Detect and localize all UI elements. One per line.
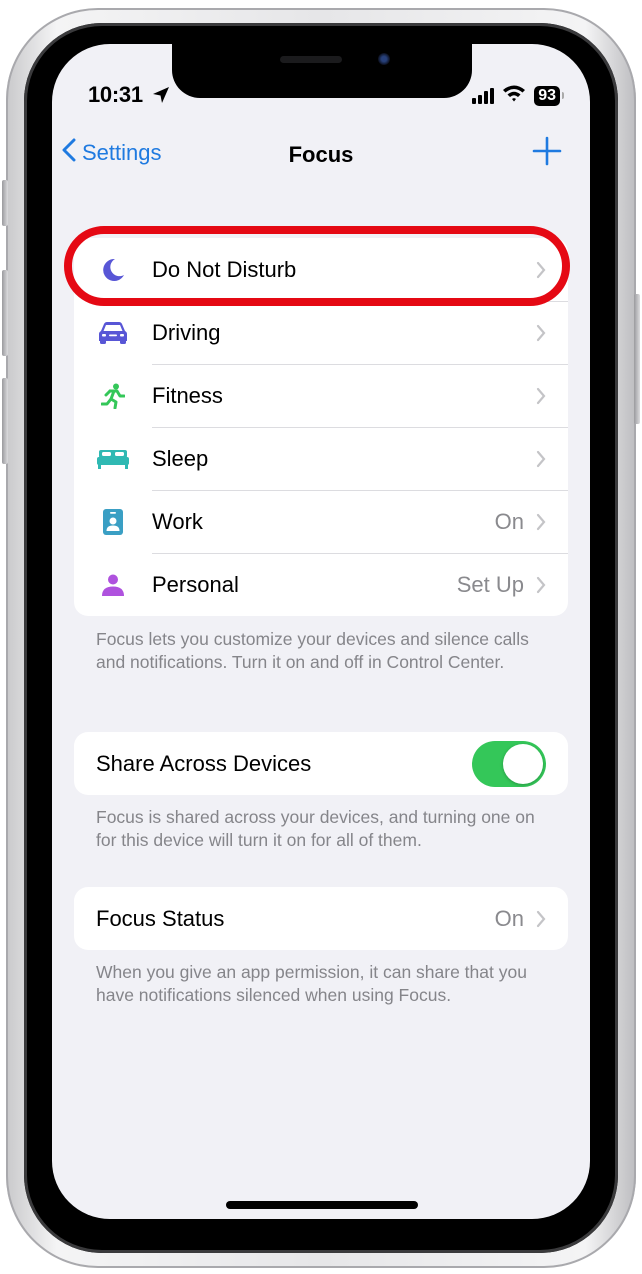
front-camera xyxy=(378,53,390,65)
running-figure-icon xyxy=(74,383,152,409)
wifi-icon xyxy=(502,84,526,107)
focus-status-footnote: When you give an app permission, it can … xyxy=(96,962,527,1005)
focus-item-value: Set Up xyxy=(456,571,524,597)
id-badge-icon xyxy=(74,508,152,535)
bed-icon xyxy=(74,449,152,469)
focus-item-label: Sleep xyxy=(152,445,209,471)
share-across-devices-toggle[interactable] xyxy=(472,741,546,787)
volume-down-button xyxy=(2,378,8,464)
focus-item-do-not-disturb[interactable]: Do Not Disturb xyxy=(74,238,568,301)
chevron-right-icon xyxy=(536,910,546,928)
moon-icon xyxy=(74,257,152,283)
focus-item-driving[interactable]: Driving xyxy=(74,301,568,364)
add-focus-button[interactable] xyxy=(532,136,562,171)
focus-item-work[interactable]: Work On xyxy=(74,490,568,553)
toggle-knob xyxy=(503,744,543,784)
focus-item-label: Work xyxy=(152,508,203,534)
location-arrow-icon xyxy=(152,86,170,109)
focus-item-sleep[interactable]: Sleep xyxy=(74,427,568,490)
focus-item-label: Personal xyxy=(152,571,239,597)
focus-status-label: Focus Status xyxy=(96,905,225,931)
focus-item-personal[interactable]: Personal Set Up xyxy=(74,553,568,616)
page-title: Focus xyxy=(288,142,354,167)
focus-status-value: On xyxy=(494,905,524,931)
focus-modes-list: Do Not Disturb Driving Fitness Sleep Wor… xyxy=(74,238,568,616)
notch xyxy=(172,44,472,98)
focus-item-label: Driving xyxy=(152,319,221,345)
silent-switch xyxy=(2,180,8,226)
status-indicators: 93 xyxy=(472,84,564,107)
focus-item-label: Fitness xyxy=(152,382,223,408)
navigation-bar: Settings Focus xyxy=(52,136,590,176)
home-indicator[interactable] xyxy=(226,1201,418,1209)
chevron-right-icon xyxy=(536,513,546,531)
chevron-right-icon xyxy=(536,261,546,279)
screen: 10:31 93 Settings Focus Do Not Disturb D… xyxy=(52,44,590,1219)
focus-footnote: Focus lets you customize your devices an… xyxy=(96,629,529,672)
plus-icon xyxy=(532,136,562,170)
car-icon xyxy=(74,321,152,345)
chevron-right-icon xyxy=(536,576,546,594)
person-icon xyxy=(74,574,152,596)
chevron-right-icon xyxy=(536,450,546,468)
share-across-devices-footnote: Focus is shared across your devices, and… xyxy=(96,807,535,850)
focus-status-row[interactable]: Focus Status On xyxy=(74,887,568,950)
share-across-devices-group: Share Across Devices xyxy=(74,732,568,795)
focus-status-group: Focus Status On xyxy=(74,887,568,950)
chevron-right-icon xyxy=(536,387,546,405)
volume-up-button xyxy=(2,270,8,356)
focus-item-fitness[interactable]: Fitness xyxy=(74,364,568,427)
share-across-devices-row: Share Across Devices xyxy=(74,732,568,795)
focus-item-value: On xyxy=(494,508,524,534)
battery-icon: 93 xyxy=(534,85,564,106)
chevron-right-icon xyxy=(536,324,546,342)
focus-item-label: Do Not Disturb xyxy=(152,256,297,282)
power-button xyxy=(634,294,640,424)
cellular-signal-icon xyxy=(472,87,495,104)
status-time: 10:31 xyxy=(88,82,143,107)
earpiece-speaker xyxy=(280,56,342,63)
